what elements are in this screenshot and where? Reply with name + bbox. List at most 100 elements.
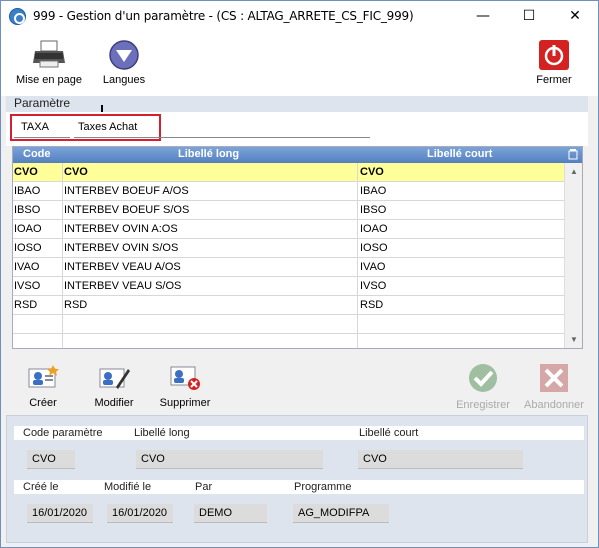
column-picker-icon[interactable]: [568, 149, 578, 160]
filter-code-underline: [14, 137, 70, 138]
modified-date-field: 16/01/2020: [107, 504, 173, 523]
cell-code: CVO: [14, 166, 38, 178]
grid-header: Code Libellé long Libellé court: [13, 147, 582, 163]
table-row[interactable]: IVAO INTERBEV VEAU A/OS IVAO: [13, 258, 564, 277]
delete-user-icon: [170, 366, 200, 390]
printer-icon: [33, 40, 65, 68]
scroll-up-icon[interactable]: ▲: [570, 167, 578, 176]
cell-short-label: CVO: [360, 166, 384, 178]
filter-label-underline: [74, 137, 370, 138]
cell-short-label: IVAO: [360, 261, 386, 273]
cell-short-label: IBAO: [360, 185, 387, 197]
close-window-button[interactable]: ✕: [552, 1, 598, 31]
add-user-icon: [28, 365, 59, 388]
minimize-button[interactable]: —: [460, 1, 506, 31]
languages-label: Langues: [102, 74, 146, 86]
delete-label: Supprimer: [159, 397, 211, 409]
cancel-icon: [540, 364, 568, 392]
save-label: Enregistrer: [456, 399, 510, 411]
by-user-field: DEMO: [194, 504, 267, 523]
cell-long-label: INTERBEV BOEUF A/OS: [64, 185, 189, 197]
vertical-scrollbar[interactable]: ▲ ▼: [564, 163, 582, 348]
table-row[interactable]: [13, 315, 564, 334]
modify-button[interactable]: Modifier: [85, 365, 143, 409]
cell-short-label: IOAO: [360, 223, 388, 235]
column-header-short-label[interactable]: Libellé court: [427, 148, 492, 160]
table-row[interactable]: IVSO INTERBEV VEAU S/OS IVSO: [13, 277, 564, 296]
abandon-button[interactable]: Abandonner: [520, 363, 588, 411]
short-label-label: Libellé court: [359, 427, 419, 439]
cell-code: IVAO: [14, 261, 40, 273]
power-icon: [539, 40, 569, 70]
table-row[interactable]: IOAO INTERBEV OVIN A:OS IOAO: [13, 220, 564, 239]
table-row[interactable]: [13, 334, 564, 353]
cell-short-label: RSD: [360, 299, 384, 311]
cell-short-label: IVSO: [360, 280, 387, 292]
cell-long-label: CVO: [64, 166, 88, 178]
created-date-field: 16/01/2020: [27, 504, 93, 523]
create-label: Créer: [29, 397, 57, 409]
close-label: Fermer: [536, 74, 572, 86]
table-row[interactable]: IBSO INTERBEV BOEUF S/OS IBSO: [13, 201, 564, 220]
delete-button[interactable]: Supprimer: [153, 365, 217, 409]
window-title: 999 - Gestion d'un paramètre - (CS : ALT…: [33, 9, 414, 23]
column-divider: [357, 163, 358, 348]
cell-short-label: IBSO: [360, 204, 387, 216]
table-row[interactable]: CVO CVO CVO: [13, 163, 564, 182]
code-parameter-label: Code paramètre: [23, 427, 103, 439]
parameter-filter: TAXA Taxes Achat: [6, 112, 588, 146]
long-label-field[interactable]: CVO: [136, 450, 323, 469]
code-parameter-field[interactable]: CVO: [27, 450, 75, 469]
action-bar: Créer Modifier Supprimer Enregistrer Aba…: [1, 353, 598, 413]
by-label: Par: [195, 481, 213, 493]
table-row[interactable]: IOSO INTERBEV OVIN S/OS IOSO: [13, 239, 564, 258]
detail-panel: Code paramètre Libellé long Libellé cour…: [6, 415, 588, 543]
create-button[interactable]: Créer: [15, 365, 71, 409]
program-label: Programme: [294, 481, 352, 493]
modified-label: Modifié le: [104, 481, 152, 493]
languages-button[interactable]: Langues: [99, 39, 149, 86]
panel-title: Paramètre: [14, 96, 71, 110]
cell-code: IBAO: [14, 185, 41, 197]
checkmark-icon: [469, 364, 497, 392]
title-bar: 999 - Gestion d'un paramètre - (CS : ALT…: [1, 1, 598, 31]
print-setup-label: Mise en page: [15, 74, 83, 86]
parameter-window: 999 - Gestion d'un paramètre - (CS : ALT…: [0, 0, 599, 548]
parameter-panel-header: Paramètre: [6, 96, 588, 112]
column-header-code[interactable]: Code: [23, 148, 51, 160]
close-button[interactable]: Fermer: [529, 39, 579, 86]
long-label-label: Libellé long: [134, 427, 190, 439]
abandon-label: Abandonner: [524, 399, 584, 411]
table-row[interactable]: IBAO INTERBEV BOEUF A/OS IBAO: [13, 182, 564, 201]
cell-code: IBSO: [14, 204, 41, 216]
cell-short-label: IOSO: [360, 242, 388, 254]
parameter-grid: Code Libellé long Libellé court CVO CVO …: [12, 146, 583, 349]
cell-code: IOAO: [14, 223, 42, 235]
toolbar: Mise en page Langues Fermer: [1, 31, 598, 96]
cell-long-label: INTERBEV BOEUF S/OS: [64, 204, 190, 216]
app-icon: [9, 8, 26, 25]
table-row[interactable]: RSD RSD RSD: [13, 296, 564, 315]
filter-code-field[interactable]: TAXA: [21, 121, 49, 133]
short-label-field[interactable]: CVO: [358, 450, 523, 469]
program-field: AG_MODIFPA: [293, 504, 389, 523]
scroll-down-icon[interactable]: ▼: [570, 335, 578, 344]
cell-long-label: INTERBEV VEAU S/OS: [64, 280, 182, 292]
cell-long-label: RSD: [64, 299, 88, 311]
save-button[interactable]: Enregistrer: [452, 363, 514, 411]
edit-user-icon: [99, 368, 130, 389]
modify-label: Modifier: [94, 397, 134, 409]
maximize-button[interactable]: ☐: [506, 1, 552, 31]
grid-body: CVO CVO CVO IBAO INTERBEV BOEUF A/OS IBA…: [13, 163, 564, 348]
cell-long-label: INTERBEV OVIN A:OS: [64, 223, 178, 235]
cell-code: IOSO: [14, 242, 42, 254]
chevron-down-circle-icon: [109, 40, 139, 70]
print-setup-button[interactable]: Mise en page: [9, 39, 89, 86]
column-divider: [62, 163, 63, 348]
filter-label-field[interactable]: Taxes Achat: [78, 121, 137, 133]
cell-long-label: INTERBEV OVIN S/OS: [64, 242, 179, 254]
column-header-long-label[interactable]: Libellé long: [178, 148, 239, 160]
cell-code: IVSO: [14, 280, 41, 292]
created-label: Créé le: [23, 481, 59, 493]
cell-long-label: INTERBEV VEAU A/OS: [64, 261, 181, 273]
